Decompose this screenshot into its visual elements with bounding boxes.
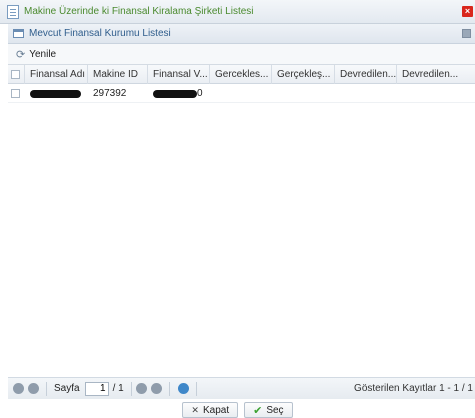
table-row[interactable]: 297392 0 (8, 84, 475, 103)
column-header-finansal-adi[interactable]: Finansal Adı (25, 65, 88, 84)
window-close-button[interactable]: × (462, 6, 473, 17)
document-icon (7, 4, 19, 19)
select-all-cell (8, 65, 25, 84)
close-button[interactable]: ✕ Kapat (182, 402, 239, 418)
pager-separator (168, 381, 170, 396)
page-label: Sayfa (54, 383, 80, 394)
grid-header: Finansal Adı Makine ID Finansal V... Ger… (8, 65, 475, 84)
pager-separator (46, 381, 47, 396)
close-icon: ✕ (191, 404, 199, 415)
column-header-finansal-v[interactable]: Finansal V... (148, 65, 210, 84)
last-page-icon[interactable] (150, 383, 162, 394)
window-title: Makine Üzerinde ki Finansal Kiralama Şir… (24, 6, 254, 17)
dialog-button-bar: ✕ Kapat ✔ Seç (0, 400, 475, 418)
grid-toolbar: ⟳ Yenile (8, 44, 475, 64)
column-header-gercekles[interactable]: Gercekles... (210, 65, 272, 84)
column-header-gerceklesen[interactable]: Gerçekleş... (272, 65, 335, 84)
panel-header: Mevcut Finansal Kurumu Listesi (8, 24, 475, 44)
select-button[interactable]: ✔ Seç (244, 402, 293, 418)
row-checkbox[interactable] (11, 89, 20, 98)
record-count-info: Gösterilen Kayıtlar 1 - 1 / 1 (354, 383, 473, 394)
window-title-bar: Makine Üzerinde ki Finansal Kiralama Şir… (0, 0, 475, 24)
finansal-v-suffix: 0 (197, 88, 203, 99)
column-header-devredilen-2[interactable]: Devredilen... (397, 65, 475, 84)
cell-finansal-adi (25, 84, 88, 103)
refresh-button[interactable]: ⟳ Yenile (16, 48, 56, 61)
refresh-label: Yenile (29, 48, 57, 60)
grid-pager: Sayfa / 1 Gösterilen Kayıtlar 1 - 1 / 1 (8, 377, 475, 399)
redacted-finansal-v (153, 89, 197, 98)
pager-refresh-icon[interactable] (177, 383, 189, 394)
panel-collapse-button[interactable] (462, 29, 471, 38)
pager-separator (130, 381, 132, 396)
window-icon (13, 29, 24, 38)
page-number-input[interactable] (84, 381, 109, 396)
column-header-devredilen-1[interactable]: Devredilen... (335, 65, 397, 84)
check-icon: ✔ (253, 404, 263, 417)
panel-title: Mevcut Finansal Kurumu Listesi (29, 28, 171, 39)
cell-makine-id: 297392 (93, 88, 127, 99)
row-checkbox-cell (8, 84, 25, 103)
next-page-icon[interactable] (135, 383, 147, 394)
page-total: / 1 (112, 383, 124, 394)
pager-separator (195, 381, 197, 396)
refresh-icon: ⟳ (16, 48, 26, 61)
redacted-finansal-adi (30, 89, 81, 98)
column-header-makine-id[interactable]: Makine ID (88, 65, 148, 84)
first-page-icon[interactable] (13, 383, 24, 394)
cell-finansal-v: 0 (148, 84, 210, 103)
select-button-label: Seç (266, 404, 284, 416)
previous-page-icon[interactable] (28, 383, 39, 394)
select-all-checkbox[interactable] (11, 70, 20, 79)
close-button-label: Kapat (202, 404, 230, 416)
finance-company-grid: Finansal Adı Makine ID Finansal V... Ger… (8, 64, 475, 370)
